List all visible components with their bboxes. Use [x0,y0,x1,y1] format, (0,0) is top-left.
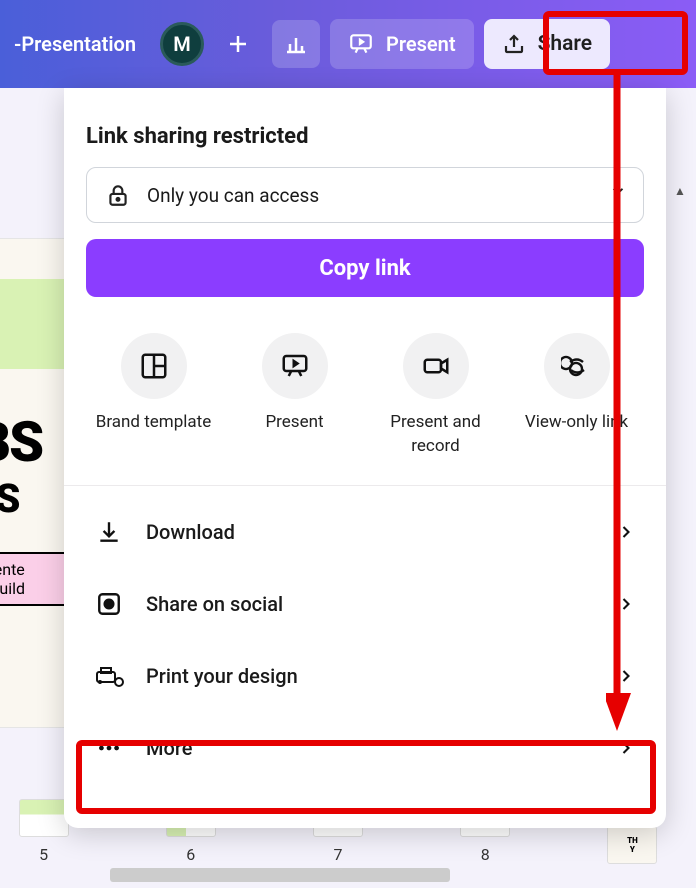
link-icon [561,355,593,377]
avatar[interactable]: M [160,22,204,66]
record-icon [421,351,451,381]
lock-icon [105,182,131,208]
chevron-right-icon [616,594,636,614]
share-label: Share [538,32,592,56]
action-download[interactable]: Download [86,496,644,568]
action-share-social[interactable]: Share on social [86,568,644,640]
share-panel-title: Link sharing restricted [86,124,644,149]
horizontal-scrollbar[interactable] [110,868,450,882]
social-icon [94,589,124,619]
share-button[interactable]: Share [484,19,610,69]
option-present[interactable]: Present [227,333,362,459]
bar-chart-icon [284,32,308,56]
design-title[interactable]: -Presentation [0,22,150,66]
chevron-down-icon [609,182,627,200]
template-icon [139,351,169,381]
add-collaborator-button[interactable] [214,20,262,68]
action-print[interactable]: Print your design [86,640,644,712]
share-actions-list: Download Share on social Print your desi… [86,496,644,784]
print-icon [94,661,124,691]
option-brand-template[interactable]: Brand template [86,333,221,459]
editor-topbar: -Presentation M Present Share [0,0,696,88]
chevron-right-icon [616,738,636,758]
present-label: Present [386,32,456,56]
chevron-right-icon [616,522,636,542]
present-icon [280,351,310,381]
vertical-scrollbar[interactable] [674,180,694,192]
present-icon [348,31,374,57]
option-view-only-link[interactable]: View-only link [509,333,644,459]
divider [64,485,666,486]
copy-link-button[interactable]: Copy link [86,239,644,297]
access-selector[interactable]: Only you can access [86,167,644,223]
plus-icon [226,32,250,56]
option-present-record[interactable]: Present and record [368,333,503,459]
share-icon [502,32,526,56]
present-button[interactable]: Present [330,19,474,69]
share-options-row: Brand template Present Present and recor… [86,333,644,459]
action-more[interactable]: More [86,712,644,784]
thumbnail-next[interactable]: TH Y [599,826,666,864]
share-panel: Link sharing restricted Only you can acc… [64,88,666,828]
more-icon [94,733,124,763]
chevron-right-icon [616,666,636,686]
download-icon [94,517,124,547]
access-selector-label: Only you can access [147,184,319,207]
analytics-button[interactable] [272,20,320,68]
copy-link-label: Copy link [319,256,410,281]
